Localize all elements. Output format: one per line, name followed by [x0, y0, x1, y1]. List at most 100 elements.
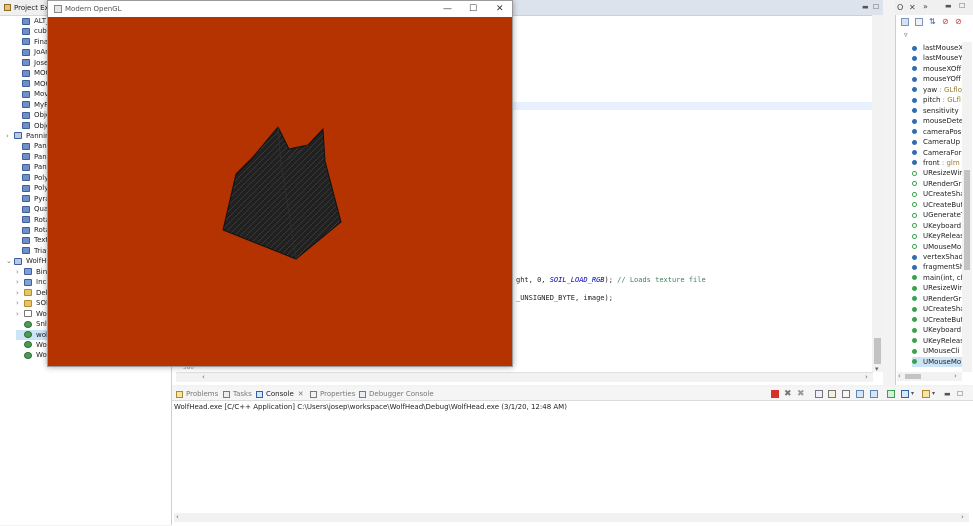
outline-horizontal-scrollbar[interactable]: ‹ › — [897, 372, 962, 381]
chevron-down-icon[interactable]: ▾ — [932, 390, 940, 398]
outline-item[interactable]: UKeyReleas — [912, 336, 962, 346]
chevron-down-icon[interactable]: ▾ — [911, 390, 919, 398]
scroll-down-icon[interactable]: ▾ — [875, 365, 879, 373]
chevron-right-icon[interactable]: › — [16, 267, 24, 277]
editor-vertical-scrollbar[interactable] — [872, 15, 883, 372]
outline-item[interactable]: mouseYOff — [912, 74, 962, 84]
outline-item[interactable]: UGenerateT — [912, 210, 962, 220]
outline-vertical-scroll-thumb[interactable] — [964, 170, 970, 270]
terminate-icon[interactable] — [771, 390, 779, 398]
code-line[interactable]: ght, 0, SOIL_LOAD_RGB); // Loads texture… — [516, 276, 706, 284]
outline-item[interactable]: UKeyboard — [912, 325, 962, 335]
chevron-right-icon[interactable]: › — [16, 298, 24, 308]
chevron-right-icon[interactable]: › — [16, 288, 24, 298]
outline-item[interactable]: UMouseMo — [912, 356, 962, 367]
outline-item[interactable]: UMouseCli — [912, 346, 962, 356]
chevron-right-icon[interactable]: › — [6, 131, 14, 141]
opengl-render-canvas[interactable] — [48, 17, 512, 366]
remove-all-icon[interactable]: ✖ — [797, 390, 805, 399]
outline-item[interactable]: UCreateBuf — [912, 200, 962, 210]
outline-item[interactable]: main(int, ch — [912, 273, 962, 283]
outline-item[interactable]: cameraPos — [912, 127, 962, 137]
word-wrap-icon[interactable] — [842, 390, 850, 398]
scroll-right-icon[interactable]: › — [865, 373, 868, 381]
maximize-button[interactable]: ☐ — [469, 4, 477, 14]
tree-item[interactable]: ⌄ WolfHe — [6, 256, 51, 266]
outline-item[interactable]: CameraFor — [912, 148, 962, 158]
maximize-icon[interactable]: ☐ — [959, 2, 965, 10]
minimize-editor-icon[interactable]: ▬ — [862, 3, 869, 11]
outline-item[interactable]: UResizeWir — [912, 168, 962, 178]
hide-fields-icon[interactable]: ⇅ — [929, 18, 936, 26]
hide-static-icon[interactable]: ⊘ — [942, 18, 949, 26]
clear-console-icon[interactable] — [815, 390, 823, 398]
close-icon[interactable]: ✕ — [909, 3, 916, 12]
minimize-icon[interactable]: ▬ — [944, 390, 952, 398]
scroll-left-icon[interactable]: ‹ — [898, 372, 901, 380]
chevron-right-icon[interactable]: › — [16, 309, 24, 319]
scroll-left-icon[interactable]: ‹ — [176, 513, 179, 521]
code-line[interactable]: _UNSIGNED_BYTE, image); — [516, 294, 613, 302]
outline-horizontal-scroll-thumb[interactable] — [905, 374, 921, 379]
close-button[interactable]: ✕ — [496, 4, 504, 14]
tree-item[interactable]: › Wo — [16, 309, 47, 319]
tree-item[interactable]: › Incl — [16, 277, 48, 287]
tree-item[interactable]: › Bin — [16, 267, 47, 277]
show-console-on-output-icon[interactable] — [856, 390, 864, 398]
minimize-button[interactable]: — — [443, 4, 452, 14]
console-horizontal-scrollbar[interactable]: ‹ › — [174, 513, 969, 522]
pin-console-icon[interactable] — [887, 390, 895, 398]
editor-vertical-scroll-thumb[interactable] — [874, 338, 881, 364]
outline-item[interactable]: front : glm — [912, 158, 962, 168]
tree-item[interactable]: Wo — [16, 350, 47, 360]
tab-properties[interactable]: Properties — [310, 390, 355, 398]
tab-debugger-console[interactable]: Debugger Console — [359, 390, 434, 398]
tree-item[interactable]: › Pannin — [6, 131, 49, 141]
maximize-icon[interactable]: ☐ — [957, 390, 965, 398]
collapse-all-icon[interactable] — [915, 18, 923, 26]
outline-item[interactable]: URenderGr — [912, 294, 962, 304]
remove-launch-icon[interactable]: ✖ — [784, 390, 792, 399]
outline-item[interactable]: UKeyReleas — [912, 231, 962, 241]
outline-item[interactable]: UKeyboard — [912, 221, 962, 231]
scroll-lock-icon[interactable] — [828, 390, 836, 398]
outline-item[interactable]: sensitivity — [912, 106, 962, 116]
outline-item[interactable]: CameraUp — [912, 137, 962, 147]
outline-item[interactable]: UMouseMo — [912, 242, 962, 252]
editor-horizontal-scrollbar[interactable]: ‹ › — [176, 372, 873, 382]
hide-non-public-icon[interactable]: ⊘ — [955, 18, 962, 26]
sort-icon[interactable] — [901, 18, 909, 26]
outline-item[interactable]: vertexShad — [912, 252, 962, 262]
outline-item[interactable]: mouseXOff — [912, 64, 962, 74]
outline-item[interactable]: URenderGr — [912, 179, 962, 189]
outline-item[interactable]: UResizeWir — [912, 283, 962, 293]
close-icon[interactable]: ✕ — [298, 390, 304, 398]
scroll-left-icon[interactable]: ‹ — [202, 373, 205, 381]
open-console-icon[interactable] — [922, 390, 930, 398]
outline-item[interactable]: lastMouseY — [912, 53, 962, 63]
tree-item[interactable]: Wo — [16, 340, 47, 350]
scroll-right-icon[interactable]: › — [961, 513, 964, 521]
chevron-down-icon[interactable]: ▿ — [904, 31, 908, 39]
maximize-editor-icon[interactable]: ☐ — [873, 3, 879, 11]
tab-problems[interactable]: Problems — [176, 390, 218, 398]
tab-console[interactable]: Console ✕ — [256, 390, 304, 398]
outline-item[interactable]: lastMouseX — [912, 43, 962, 53]
outline-item[interactable]: UCreateSha — [912, 189, 962, 199]
show-console-on-error-icon[interactable] — [870, 390, 878, 398]
minimize-icon[interactable]: ▬ — [945, 2, 952, 10]
tree-item[interactable]: Snl — [16, 319, 47, 329]
chevron-down-icon[interactable]: ⌄ — [6, 256, 14, 266]
outline-item[interactable]: UCreateBuf — [912, 315, 962, 325]
tab-tasks[interactable]: Tasks — [223, 390, 252, 398]
outline-item[interactable]: pitch : GLfl — [912, 95, 962, 105]
tree-item[interactable]: › Deb — [16, 288, 50, 298]
more-views-icon[interactable]: » — [923, 2, 928, 11]
outline-tab-icon[interactable]: O — [897, 3, 903, 12]
tree-item[interactable]: wol — [16, 329, 48, 340]
outline-item[interactable]: yaw : GLflo — [912, 85, 962, 95]
outline-item[interactable]: mouseDete — [912, 116, 962, 126]
tree-item[interactable]: › SOI — [16, 298, 48, 308]
scroll-right-icon[interactable]: › — [954, 372, 957, 380]
display-selected-console-icon[interactable] — [901, 390, 909, 398]
